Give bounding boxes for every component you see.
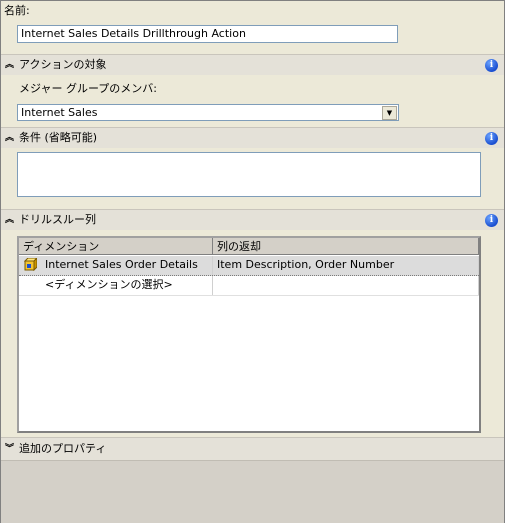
empty-bottom-area [1,460,504,523]
extra-section-title: 追加のプロパティ [19,442,107,455]
condition-section-header[interactable]: ︽ 条件 (省略可能) i [1,127,504,148]
chevron-down-icon[interactable]: ▼ [382,106,397,120]
target-section-header[interactable]: ︽ アクションの対象 i [1,54,504,75]
column-header-returns[interactable]: 列の返却 [213,238,479,254]
drill-section-title: ドリルスルー列 [19,213,96,226]
info-icon[interactable]: i [485,214,498,227]
grid-header: ディメンション 列の返却 [19,238,479,255]
action-name-input[interactable]: Internet Sales Details Drillthrough Acti… [17,25,398,43]
table-row[interactable]: <ディメンションの選択> [19,276,479,296]
action-form-panel: 名前: Internet Sales Details Drillthrough … [0,0,505,523]
row-returns[interactable]: Item Description, Order Number [213,256,479,275]
info-icon[interactable]: i [485,132,498,145]
chevron-up-double-icon[interactable]: ︽ [5,213,14,227]
condition-input[interactable] [17,152,481,197]
chevron-up-double-icon[interactable]: ︽ [5,131,14,145]
target-section-title: アクションの対象 [19,58,107,71]
condition-section-title: 条件 (省略可能) [19,131,98,144]
column-header-dimension[interactable]: ディメンション [19,238,213,254]
table-row[interactable]: Internet Sales Order Details Item Descri… [19,256,479,276]
drillthrough-grid[interactable]: ディメンション 列の返却 Internet Sales Order Detail… [17,236,481,433]
drill-section-header[interactable]: ︽ ドリルスルー列 i [1,209,504,230]
row-dimension[interactable]: <ディメンションの選択> [19,276,213,295]
member-select[interactable]: Internet Sales ▼ [17,104,399,121]
name-label: 名前: [4,4,30,17]
member-label: メジャー グループのメンバ: [19,82,157,95]
cube-icon [24,258,37,271]
chevron-down-double-icon[interactable]: ︾ [5,442,14,456]
extra-section-header[interactable]: ︾ 追加のプロパティ [1,437,504,460]
member-select-value: Internet Sales [21,106,98,119]
row-returns[interactable] [213,276,479,295]
chevron-up-double-icon[interactable]: ︽ [5,58,14,72]
row-dimension[interactable]: Internet Sales Order Details [41,256,213,275]
info-icon[interactable]: i [485,59,498,72]
